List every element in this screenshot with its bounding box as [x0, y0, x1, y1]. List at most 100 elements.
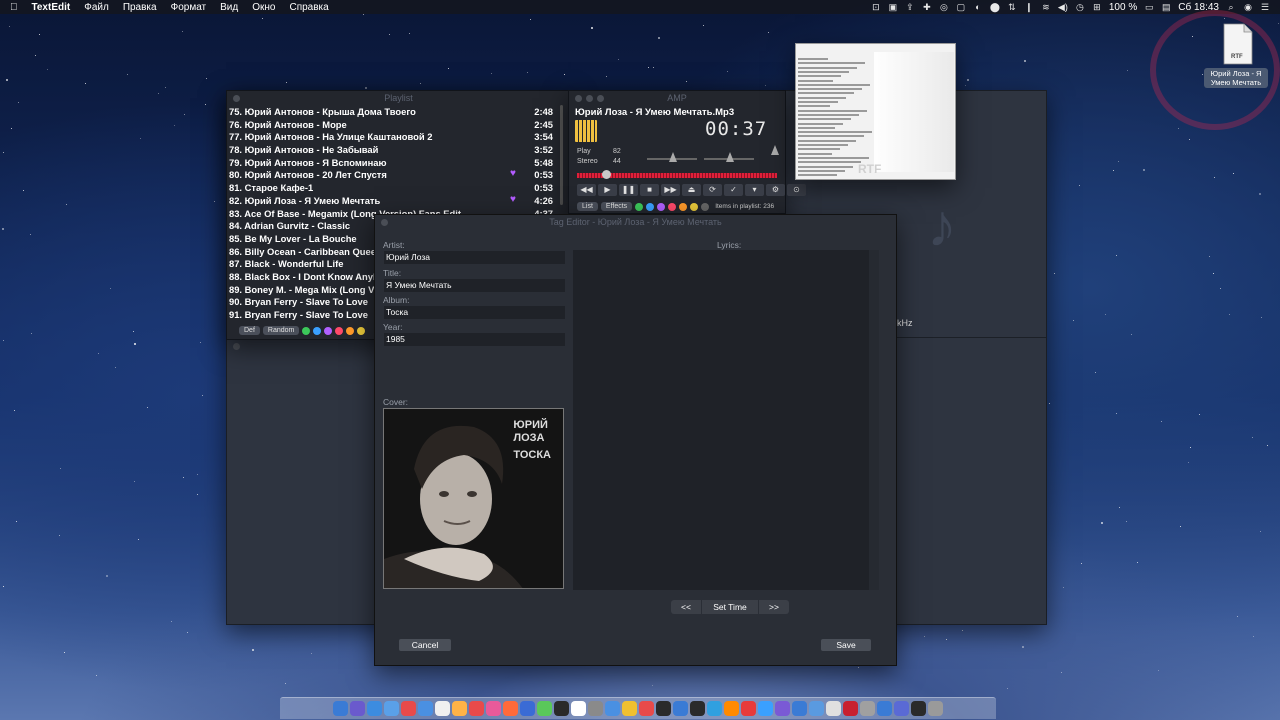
window-control-icon[interactable]	[233, 343, 240, 350]
dock-app-icon[interactable]	[622, 701, 637, 716]
cover-art-image[interactable]: ЮРИЙ ЛОЗА ТОСКА	[383, 408, 564, 589]
seek-knob[interactable]	[602, 170, 611, 179]
settings-icon[interactable]: ⚙	[766, 184, 785, 196]
color-tag-dot[interactable]	[635, 202, 644, 211]
dock-app-icon[interactable]	[690, 701, 705, 716]
stop-icon[interactable]: ■	[640, 184, 659, 196]
lyrics-textarea[interactable]	[573, 250, 879, 590]
fast-forward-icon[interactable]: ▶▶	[661, 184, 680, 196]
dock-app-icon[interactable]	[894, 701, 909, 716]
window-icon[interactable]: ▢	[956, 2, 966, 13]
menu-file[interactable]: Файл	[84, 2, 109, 13]
color-tag-dot[interactable]	[313, 326, 322, 335]
repeat-icon[interactable]: ⟳	[703, 184, 722, 196]
random-button[interactable]: Random	[262, 326, 300, 335]
battery-percent[interactable]: 100 %	[1109, 2, 1137, 13]
dock-app-icon[interactable]	[418, 701, 433, 716]
color-tag-dot[interactable]	[679, 202, 688, 211]
dock-app-icon[interactable]	[928, 701, 943, 716]
color-tag-dot[interactable]	[324, 326, 333, 335]
dock-app-icon[interactable]	[537, 701, 552, 716]
heart-icon[interactable]: ♥	[510, 168, 516, 179]
playlist-row[interactable]: 78. Юрий Антонов - Не Забывай 3:52	[229, 144, 559, 157]
volume-icon[interactable]: ◀)	[1058, 2, 1068, 13]
menu-window[interactable]: Окно	[252, 2, 275, 13]
title-field[interactable]: Я Умею Мечтать	[384, 279, 565, 292]
pitch-slider-knob[interactable]	[771, 145, 779, 155]
lyrics-scrollbar[interactable]	[869, 250, 879, 590]
dock-app-icon[interactable]	[877, 701, 892, 716]
pause-icon[interactable]: ❚❚	[619, 184, 638, 196]
set-time-button[interactable]: Set Time	[701, 600, 759, 614]
dock-app-icon[interactable]	[452, 701, 467, 716]
playlist-row[interactable]: 76. Юрий Антонов - Море 2:45	[229, 119, 559, 132]
dock-app-icon[interactable]	[639, 701, 654, 716]
dock-app-icon[interactable]	[520, 701, 535, 716]
dropdown-icon[interactable]: ▾	[745, 184, 764, 196]
target-icon[interactable]: ⊙	[787, 184, 806, 196]
screen-capture-icon[interactable]: ▣	[888, 2, 898, 13]
save-button[interactable]: Save	[821, 639, 871, 651]
time-machine-icon[interactable]: ◷	[1075, 2, 1085, 13]
dock-app-icon[interactable]	[571, 701, 586, 716]
dock-app-icon[interactable]	[775, 701, 790, 716]
heart-icon[interactable]: ♥	[510, 194, 516, 205]
app-status-icon[interactable]: ⊡	[871, 2, 881, 13]
dock-app-icon[interactable]	[333, 701, 348, 716]
dock-app-icon[interactable]	[503, 701, 518, 716]
siri-icon[interactable]: ◉	[1243, 2, 1253, 13]
volume-slider-knob[interactable]	[669, 152, 677, 162]
dock-app-icon[interactable]	[792, 701, 807, 716]
dock-app-icon[interactable]	[401, 701, 416, 716]
menu-help[interactable]: Справка	[289, 2, 328, 13]
dock-app-icon[interactable]	[673, 701, 688, 716]
playlist-row[interactable]: 75. Юрий Антонов - Крыша Дома Твоего 2:48	[229, 106, 559, 119]
app-status-icon[interactable]: ⬤	[990, 2, 1000, 13]
dock-app-icon[interactable]	[350, 701, 365, 716]
app-status-icon[interactable]: ✚	[922, 2, 932, 13]
color-tag-dot[interactable]	[302, 326, 311, 335]
dock-app-icon[interactable]	[435, 701, 450, 716]
display-icon[interactable]: ⊞	[1092, 2, 1102, 13]
album-field[interactable]: Тоска	[384, 306, 565, 319]
battery-icon[interactable]: ▭	[1144, 2, 1154, 13]
play-icon[interactable]: ▶	[598, 184, 617, 196]
dock-app-icon[interactable]	[588, 701, 603, 716]
textedit-preview-thumbnail[interactable]: RTF	[795, 43, 956, 180]
dock-app-icon[interactable]	[605, 701, 620, 716]
cancel-button[interactable]: Cancel	[399, 639, 451, 651]
color-tag-dot[interactable]	[657, 202, 666, 211]
notification-center-icon[interactable]: ☰	[1260, 2, 1270, 13]
apple-menu-icon[interactable]: 	[10, 2, 18, 13]
menu-view[interactable]: Вид	[220, 2, 238, 13]
playlist-row[interactable]: 80. Юрий Антонов - 20 Лет Спустя ♥ 0:53	[229, 168, 559, 182]
playlist-scrollbar[interactable]	[560, 105, 563, 205]
menu-edit[interactable]: Правка	[123, 2, 157, 13]
dock-app-icon[interactable]	[384, 701, 399, 716]
dock-app-icon[interactable]	[758, 701, 773, 716]
def-button[interactable]: Def	[239, 326, 260, 335]
dock-app-icon[interactable]	[367, 701, 382, 716]
dock-app-icon[interactable]	[911, 701, 926, 716]
playlist-row[interactable]: 77. Юрий Антонов - На Улице Каштановой 2…	[229, 131, 559, 144]
app-status-icon[interactable]: ❙	[1024, 2, 1034, 13]
dock-app-icon[interactable]	[707, 701, 722, 716]
dock-app-icon[interactable]	[809, 701, 824, 716]
playlist-row[interactable]: 82. Юрий Лоза - Я Умею Мечтать ♥ 4:26	[229, 194, 559, 208]
app-status-icon[interactable]: ◎	[939, 2, 949, 13]
balance-slider-knob[interactable]	[726, 152, 734, 162]
eject-icon[interactable]: ⏏	[682, 184, 701, 196]
dock-app-icon[interactable]	[741, 701, 756, 716]
list-button[interactable]: List	[577, 202, 598, 211]
year-field[interactable]: 1985	[384, 333, 565, 346]
dock-app-icon[interactable]	[554, 701, 569, 716]
dock-app-icon[interactable]	[486, 701, 501, 716]
menu-format[interactable]: Формат	[171, 2, 207, 13]
color-tag-dot[interactable]	[335, 326, 344, 335]
color-tag-dot[interactable]	[646, 202, 655, 211]
wifi-icon[interactable]: ≋	[1041, 2, 1051, 13]
upload-icon[interactable]: ⇪	[905, 2, 915, 13]
prev-line-button[interactable]: <<	[671, 600, 701, 614]
check-icon[interactable]: ✓	[724, 184, 743, 196]
dock-app-icon[interactable]	[826, 701, 841, 716]
